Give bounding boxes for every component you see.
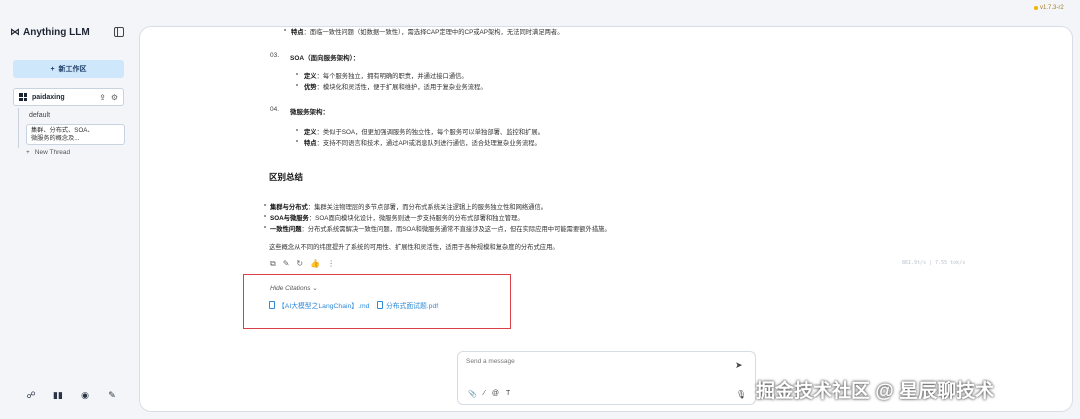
status-dot-icon: [1034, 6, 1038, 10]
send-icon[interactable]: ➤: [735, 360, 745, 370]
workspace-grid-icon: [19, 93, 27, 101]
content-line: 集群与分布式：集群关注物理层的多节点部署，而分布式系统关注逻辑上的服务独立性和网…: [270, 204, 548, 211]
thread-title-line2: 微服务的概念及...: [31, 135, 80, 142]
list-bullet: [284, 29, 286, 31]
list-bullet: [264, 215, 266, 217]
chat-panel: 特点：面临一致性问题（如数据一致性），需选择CAP定理中的CP或AP架构，无法同…: [139, 26, 1073, 412]
upload-icon[interactable]: ⇪: [99, 93, 106, 102]
thumbs-up-icon[interactable]: 👍: [310, 259, 320, 269]
thread-title-line1: 集群、分布式、SOA、: [31, 127, 94, 134]
content-line: 特点：面临一致性问题（如数据一致性），需选择CAP定理中的CP或AP架构，无法同…: [291, 29, 564, 36]
plus-icon: +: [26, 149, 30, 156]
chevron-down-icon: ⌄: [312, 285, 318, 292]
new-workspace-label: 新工作区: [58, 66, 87, 73]
new-workspace-button[interactable]: + 新工作区: [13, 60, 124, 78]
thread-tree-line: [18, 108, 19, 148]
prompt-box: ➤ 📎 ⁄ @ T 🎙: [457, 351, 756, 405]
citation-file-name: 分布式面试题.pdf: [386, 303, 439, 310]
list-bullet: [296, 73, 298, 75]
microphone-icon[interactable]: 🎙: [736, 390, 746, 399]
content-line: 定义：类似于SOA，但更加强调服务的独立性，每个服务可以单独部署、监控和扩展。: [304, 129, 544, 136]
regenerate-icon[interactable]: ↻: [296, 259, 303, 269]
workspace-item[interactable]: paidaxing ⇪ ⚙: [13, 88, 124, 106]
list-heading: 微服务架构：: [290, 109, 329, 116]
watermark: 掘金技术社区 @ 星辰聊技术: [756, 381, 995, 402]
version-label: v1.7.3-r2: [1040, 5, 1064, 11]
list-bullet: [264, 204, 266, 206]
more-options-icon[interactable]: ⋮: [327, 259, 335, 269]
list-bullet: [296, 84, 298, 86]
thread-item-default[interactable]: default: [29, 112, 50, 119]
content-line: 定义：每个服务独立，拥有明确的职责，并通过接口通信。: [304, 73, 468, 80]
attachment-paperclip-icon[interactable]: 📎: [468, 390, 477, 398]
sidebar-toggle-icon[interactable]: [114, 27, 124, 37]
workspace-name: paidaxing: [32, 93, 65, 101]
list-heading: SOA（面向服务架构）：: [290, 55, 360, 62]
list-bullet: [264, 226, 266, 228]
new-thread-button[interactable]: + New Thread: [26, 149, 70, 156]
sidebar: ⋈ Anything LLM + 新工作区 paidaxing ⇪ ⚙ defa…: [0, 0, 136, 419]
copy-icon[interactable]: ⧉: [270, 259, 276, 269]
docs-book-icon[interactable]: ▮▮: [52, 389, 64, 401]
content-line: 优势：模块化和灵活性，便于扩展和维护，适用于复杂业务流程。: [304, 84, 487, 91]
brand-name: Anything LLM: [23, 27, 90, 38]
file-icon: [269, 301, 275, 309]
slash-command-icon[interactable]: ⁄: [484, 390, 485, 398]
message-input[interactable]: [466, 358, 716, 365]
section-title: 区别总结: [269, 172, 304, 182]
generation-metrics: 861.9t/s | 7.55 tok/s: [902, 260, 966, 266]
list-bullet: [296, 140, 298, 142]
content-line: 一致性问题：分布式系统需解决一致性问题，而SOA和微服务通常不直接涉及这一点，但…: [270, 226, 611, 233]
version-badge: v1.7.3-r2: [1034, 5, 1064, 11]
agent-at-icon[interactable]: @: [492, 390, 499, 398]
thread-item-active[interactable]: 集群、分布式、SOA、 微服务的概念及...: [26, 124, 125, 145]
brand: ⋈ Anything LLM: [10, 27, 90, 38]
content-line: 特点：支持不同语言和技术，通过API或消息队列进行通信，适合处理复杂业务流程。: [304, 140, 541, 147]
plus-icon: +: [50, 65, 55, 73]
content-line: SOA与微服务：SOA面向模块化设计，微服务则进一步支持服务的分布式部署和独立管…: [270, 215, 524, 222]
list-number: 03.: [270, 52, 280, 59]
list-number: 04.: [270, 106, 280, 113]
discord-icon[interactable]: ◉: [79, 389, 91, 401]
new-thread-label: New Thread: [34, 149, 71, 156]
citation-file-name: 【AI大模型之LangChain】.md: [278, 303, 370, 310]
message-actions: ⧉ ✎ ↻ 👍 ⋮: [270, 259, 335, 269]
community-hub-icon[interactable]: ☍: [25, 389, 37, 401]
citation-file[interactable]: 【AI大模型之LangChain】.md: [269, 300, 369, 310]
brand-logo-icon: ⋈: [10, 27, 20, 38]
citation-file[interactable]: 分布式面试题.pdf: [377, 300, 438, 310]
text-format-icon[interactable]: T: [506, 390, 510, 398]
edit-icon[interactable]: ✎: [283, 259, 290, 269]
settings-gear-icon[interactable]: ⚙: [111, 93, 118, 102]
file-icon: [377, 301, 383, 309]
list-bullet: [296, 129, 298, 131]
settings-wrench-icon[interactable]: ✎: [106, 389, 118, 401]
conclusion-text: 这些概念从不同的纬度提升了系统的可用性、扩展性和灵活性，适用于各种规模和复杂度的…: [269, 244, 559, 251]
sidebar-footer: ☍ ▮▮ ◉ ✎: [25, 389, 118, 401]
hide-citations-toggle[interactable]: Hide Citations ⌄: [270, 284, 318, 292]
